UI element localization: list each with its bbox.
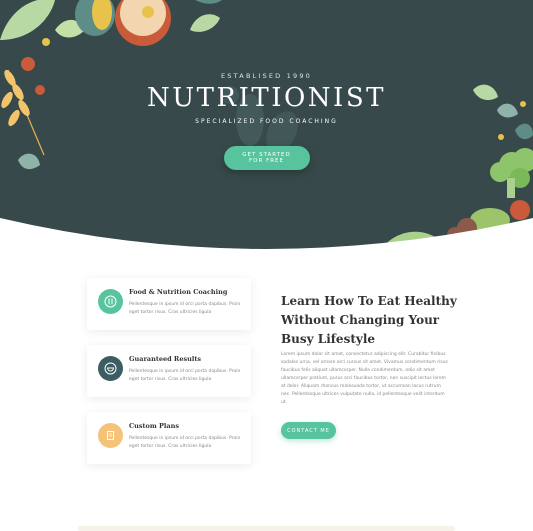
feature-title: Food & Nutrition Coaching (129, 288, 228, 296)
tagline: SPECIALIZED FOOD COACHING (195, 118, 338, 125)
plan-icon (98, 423, 123, 448)
headline-line: Without Changing Your (281, 313, 440, 327)
feature-desc: Pellentesque in ipsum id orci porta dapi… (129, 369, 241, 382)
feature-desc: Pellentesque in ipsum id orci porta dapi… (129, 302, 241, 315)
contact-me-button[interactable]: CONTACT ME (281, 422, 336, 439)
hero-content: ESTABLISED 1990 NUTRITIONIST SPECIALIZED… (0, 72, 533, 170)
about-body: Lorem ipsum dolor sit amet, consectetur … (281, 352, 448, 405)
feature-card-coaching: Food & Nutrition Coaching Pellentesque i… (87, 278, 251, 330)
feature-title: Guaranteed Results (129, 355, 201, 363)
leaf-icon (0, 0, 55, 40)
feature-card-results: Guaranteed Results Pellentesque in ipsum… (87, 345, 251, 397)
next-section-edge (78, 526, 455, 531)
feature-title: Custom Plans (129, 422, 179, 430)
headline-line: Busy Lifestyle (281, 332, 376, 346)
feature-card-plans: Custom Plans Pellentesque in ipsum id or… (87, 412, 251, 464)
hero-curve (0, 218, 533, 250)
feature-desc: Pellentesque in ipsum id orci porta dapi… (129, 436, 241, 449)
berry-icon (21, 57, 35, 71)
cutlery-icon (98, 289, 123, 314)
hero-section: ESTABLISED 1990 NUTRITIONIST SPECIALIZED… (0, 0, 533, 250)
leaf-icon (190, 14, 220, 32)
about-headline: Learn How To Eat Healthy Without Changin… (281, 292, 461, 349)
bowl-icon (98, 356, 123, 381)
get-started-button[interactable]: GET STARTED FOR FREE (223, 146, 310, 170)
headline-line: Learn How To Eat Healthy (281, 294, 457, 308)
established-label: ESTABLISED 1990 (221, 72, 312, 80)
brand-title: NUTRITIONIST (147, 83, 386, 113)
